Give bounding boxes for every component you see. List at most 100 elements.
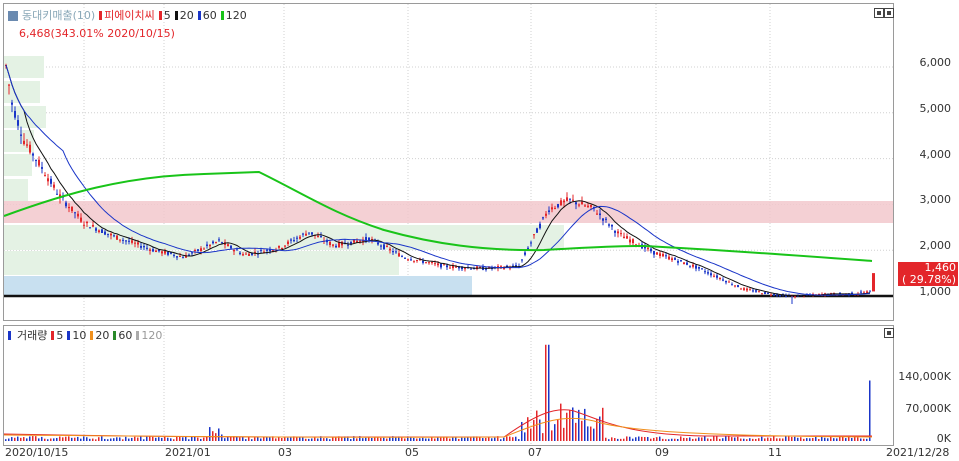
candle-body (626, 236, 628, 239)
volume-bar (110, 438, 112, 441)
volume-bar (26, 438, 28, 441)
volume-bar (332, 437, 334, 441)
volume-bar (509, 436, 511, 441)
ytick-6000: 6,000 (919, 56, 952, 69)
volume-bar (146, 436, 148, 441)
volume-bar (662, 438, 664, 441)
candle-body (755, 290, 757, 292)
volume-bar (452, 437, 454, 441)
candle-body (581, 201, 583, 205)
volume-bar (809, 438, 811, 441)
volume-bar (434, 438, 436, 441)
candle-body (68, 206, 70, 209)
volume-bar (371, 437, 373, 441)
candle-body (587, 205, 589, 207)
candle-body (404, 257, 406, 259)
volume-chart (4, 326, 873, 445)
volume-bar (737, 436, 739, 441)
volume-bar (137, 437, 139, 441)
volume-bar (86, 437, 88, 441)
volume-bar (260, 438, 262, 441)
candle-body (146, 247, 148, 249)
candle-body (647, 247, 649, 250)
volume-bar (554, 424, 556, 441)
volume-bar (179, 436, 181, 441)
candle-body (194, 250, 196, 252)
candle-body (134, 242, 136, 244)
volume-bar (149, 436, 151, 441)
volume-bar (419, 438, 421, 441)
candle-body (29, 144, 31, 153)
volume-bar (443, 437, 445, 441)
volume-bar (281, 438, 283, 441)
candle-body (14, 110, 16, 118)
candle-body (119, 239, 121, 241)
volume-bar (677, 438, 679, 441)
candle-body (101, 229, 103, 233)
volume-bar (125, 436, 127, 441)
volume-bar (800, 437, 802, 441)
candle-body (569, 198, 571, 200)
candle-body (416, 260, 418, 262)
volume-bar (557, 419, 559, 441)
volume-bar (59, 436, 61, 441)
volume-bar (551, 430, 553, 441)
volume-bar (827, 438, 829, 441)
candle-body (572, 199, 574, 201)
volume-bar (365, 437, 367, 441)
volume-bar (614, 438, 616, 441)
candle-body (212, 241, 214, 244)
candle-body (524, 252, 526, 255)
volume-bar (464, 437, 466, 441)
volume-bar (155, 437, 157, 441)
candle-body (719, 278, 721, 280)
candle-body (431, 262, 433, 264)
candle-body (689, 265, 691, 267)
candle-body (602, 218, 604, 221)
volume-bar (686, 438, 688, 441)
candle-body (653, 250, 655, 255)
volume-bar (203, 437, 205, 441)
candle-body (86, 221, 88, 224)
volume-chart-pane[interactable]: 거래량 5 10 20 60 120 (3, 325, 894, 446)
volume-bar (107, 439, 109, 441)
volume-bar (20, 437, 22, 441)
volume-pane-maximize-button[interactable] (884, 328, 894, 338)
volume-bar (785, 436, 787, 441)
candle-body (155, 250, 157, 253)
volume-bar (518, 439, 520, 441)
volume-bar (656, 437, 658, 441)
candle-body (536, 228, 538, 233)
price-pane-maximize-button[interactable] (884, 8, 894, 18)
volume-bar (14, 437, 16, 441)
candle-body (542, 217, 544, 219)
candle-body (683, 262, 685, 265)
candle-body (26, 144, 28, 146)
volume-bar (833, 438, 835, 441)
candle-body (779, 294, 781, 296)
candle-body (611, 224, 613, 227)
candle-body (38, 159, 40, 166)
volume-bar (47, 439, 49, 441)
price-chart-pane[interactable]: 동대키매출(10) 피에이치씨 5 20 60 120 6,468(343.01… (3, 3, 894, 321)
volume-bar (53, 438, 55, 441)
candle-body (761, 293, 763, 295)
volume-bar (167, 437, 169, 441)
volume-bar (548, 344, 550, 441)
candle-body (233, 249, 235, 252)
volume-bar (416, 438, 418, 441)
price-pane-minimize-button[interactable] (874, 8, 884, 18)
candle-body (44, 175, 46, 177)
ytick-3000: 3,000 (919, 193, 952, 206)
candle-body (260, 249, 262, 251)
candle-body (620, 233, 622, 235)
candle-body (305, 233, 307, 236)
volume-bar (698, 437, 700, 441)
volume-bar (17, 436, 19, 441)
volume-bar (713, 436, 715, 441)
candle-body (8, 84, 10, 86)
volume-bar (65, 436, 67, 441)
volume-bar (863, 438, 865, 441)
volume-bar (80, 438, 82, 441)
candle-body (440, 263, 442, 268)
